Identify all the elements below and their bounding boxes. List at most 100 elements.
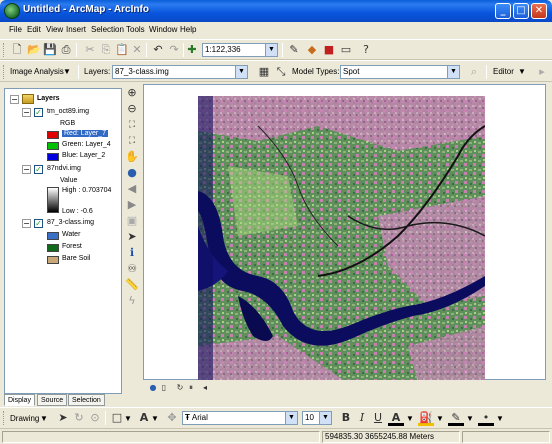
scroll-left-icon[interactable]: ◂: [197, 380, 213, 396]
redo-icon[interactable]: ↷: [166, 42, 182, 58]
layer-select[interactable]: 87_3-class.img ▼: [112, 65, 248, 79]
arctoolbox-icon[interactable]: ■: [321, 42, 337, 58]
tab-display[interactable]: Display: [4, 394, 35, 406]
layer-name[interactable]: tm_oct89.img: [47, 108, 89, 115]
layer-visibility-checkbox[interactable]: ✓: [34, 108, 43, 117]
tab-source[interactable]: Source: [37, 394, 68, 406]
hyperlink-icon[interactable]: ϟ: [124, 293, 140, 309]
chevron-down-icon[interactable]: ▼: [63, 67, 71, 76]
edit-vertices-icon[interactable]: ✥: [164, 410, 180, 426]
command-line-icon[interactable]: ▭: [338, 42, 354, 58]
drawing-menu[interactable]: Drawing: [10, 414, 39, 423]
new-text-icon[interactable]: A: [136, 410, 152, 426]
layout-view-icon[interactable]: ▯: [156, 380, 172, 396]
bold-button[interactable]: B: [338, 410, 354, 426]
underline-button[interactable]: U: [370, 410, 386, 426]
italic-button[interactable]: I: [354, 410, 370, 426]
select-elements-icon[interactable]: ➤: [55, 410, 71, 426]
font-select[interactable]: Ŧ Arial ▼: [182, 411, 298, 425]
collapse-toggle[interactable]: −: [10, 95, 19, 104]
chevron-down-icon[interactable]: ▼: [265, 44, 277, 56]
save-icon[interactable]: 💾: [42, 42, 58, 58]
print-icon[interactable]: ⎙: [58, 42, 74, 58]
copy-icon[interactable]: ⎘: [98, 42, 114, 58]
rotate-icon[interactable]: ↻: [71, 410, 87, 426]
menu-insert[interactable]: Insert: [66, 25, 86, 34]
swipe-tool-icon[interactable]: ⤡: [273, 64, 289, 80]
fixed-zoom-in-icon[interactable]: ⛶: [124, 117, 140, 133]
line-color-icon[interactable]: ✎: [448, 410, 464, 426]
collapse-toggle[interactable]: −: [22, 165, 31, 174]
chevron-down-icon[interactable]: ▼: [466, 414, 474, 423]
layer-visibility-checkbox[interactable]: ✓: [34, 219, 43, 228]
font-size-select[interactable]: 10 ▼: [302, 411, 332, 425]
chevron-down-icon[interactable]: ▼: [40, 414, 48, 423]
edit-tool-icon[interactable]: ▸: [534, 64, 550, 80]
select-elements-icon[interactable]: ▣: [124, 213, 140, 229]
zoom-to-selected-icon[interactable]: ⊙: [87, 410, 103, 426]
whats-this-help-icon[interactable]: ?: [358, 42, 374, 58]
layer-visibility-checkbox[interactable]: ✓: [34, 165, 43, 174]
blue-band-label[interactable]: Blue: Layer_2: [62, 152, 105, 159]
image-analysis-menu[interactable]: Image Analysis: [10, 67, 64, 76]
chevron-down-icon[interactable]: ▼: [151, 414, 159, 423]
chevron-down-icon[interactable]: ▼: [518, 67, 526, 76]
fill-color-icon[interactable]: ⛽: [418, 410, 434, 426]
menu-file[interactable]: File: [9, 25, 22, 34]
pan-icon[interactable]: ✋: [124, 149, 140, 165]
rectangle-icon[interactable]: □: [109, 410, 125, 426]
select-features-icon[interactable]: ➤: [124, 229, 140, 245]
red-band-label[interactable]: Red: Layer_7: [62, 130, 109, 137]
cut-icon[interactable]: ✂: [82, 42, 98, 58]
chevron-down-icon[interactable]: ▼: [319, 412, 331, 424]
measure-icon[interactable]: 📏: [124, 277, 140, 293]
green-band-label[interactable]: Green: Layer_4: [62, 141, 111, 148]
layer-name[interactable]: 87ndvi.img: [47, 165, 81, 172]
forward-extent-icon[interactable]: ▶: [124, 197, 140, 213]
chevron-down-icon[interactable]: ▼: [285, 412, 297, 424]
model-run-icon[interactable]: ⌕: [466, 64, 482, 80]
menu-help[interactable]: Help: [180, 25, 196, 34]
new-document-icon[interactable]: 🗋: [9, 42, 25, 58]
menu-window[interactable]: Window: [149, 25, 177, 34]
menu-tools[interactable]: Tools: [126, 25, 145, 34]
collapse-toggle[interactable]: −: [22, 219, 31, 228]
chevron-down-icon[interactable]: ▼: [124, 414, 132, 423]
open-folder-icon[interactable]: 📂: [26, 42, 42, 58]
data-frame-label[interactable]: Layers: [37, 95, 60, 102]
model-type-select[interactable]: Spot ▼: [340, 65, 460, 79]
map-display[interactable]: [143, 84, 546, 383]
menu-edit[interactable]: Edit: [27, 25, 41, 34]
find-icon[interactable]: ♾: [124, 261, 140, 277]
zoom-in-icon[interactable]: ⊕: [124, 85, 140, 101]
marker-color-icon[interactable]: •: [478, 410, 494, 426]
chevron-down-icon[interactable]: ▼: [496, 414, 504, 423]
tab-selection[interactable]: Selection: [68, 394, 105, 406]
delete-icon[interactable]: ✕: [129, 42, 145, 58]
add-data-icon[interactable]: ✚: [184, 42, 200, 58]
arccatalog-icon[interactable]: ◆: [304, 42, 320, 58]
paste-icon[interactable]: 📋: [114, 42, 130, 58]
layer-name[interactable]: 87_3-class.img: [47, 219, 94, 226]
chevron-down-icon[interactable]: ▼: [436, 414, 444, 423]
zoom-out-icon[interactable]: ⊖: [124, 101, 140, 117]
maximize-button[interactable]: □: [513, 3, 529, 19]
chevron-down-icon[interactable]: ▼: [447, 66, 459, 78]
minimize-button[interactable]: _: [495, 3, 511, 19]
fixed-zoom-out-icon[interactable]: ⛶: [124, 133, 140, 149]
back-extent-icon[interactable]: ◀: [124, 181, 140, 197]
menu-selection[interactable]: Selection: [91, 25, 124, 34]
editor-menu[interactable]: Editor: [493, 67, 514, 76]
close-button[interactable]: ✕: [531, 3, 547, 19]
layer-properties-icon[interactable]: ▦: [256, 64, 272, 80]
menu-view[interactable]: View: [46, 25, 63, 34]
chevron-down-icon[interactable]: ▼: [235, 66, 247, 78]
full-extent-icon[interactable]: ●: [124, 165, 140, 181]
font-color-icon[interactable]: A: [388, 410, 404, 426]
map-scale-select[interactable]: 1:122,336 ▼: [202, 43, 278, 57]
undo-icon[interactable]: ↶: [150, 42, 166, 58]
identify-icon[interactable]: ℹ: [124, 245, 140, 261]
editor-toolbar-icon[interactable]: ✎: [286, 42, 302, 58]
collapse-toggle[interactable]: −: [22, 108, 31, 117]
chevron-down-icon[interactable]: ▼: [406, 414, 414, 423]
